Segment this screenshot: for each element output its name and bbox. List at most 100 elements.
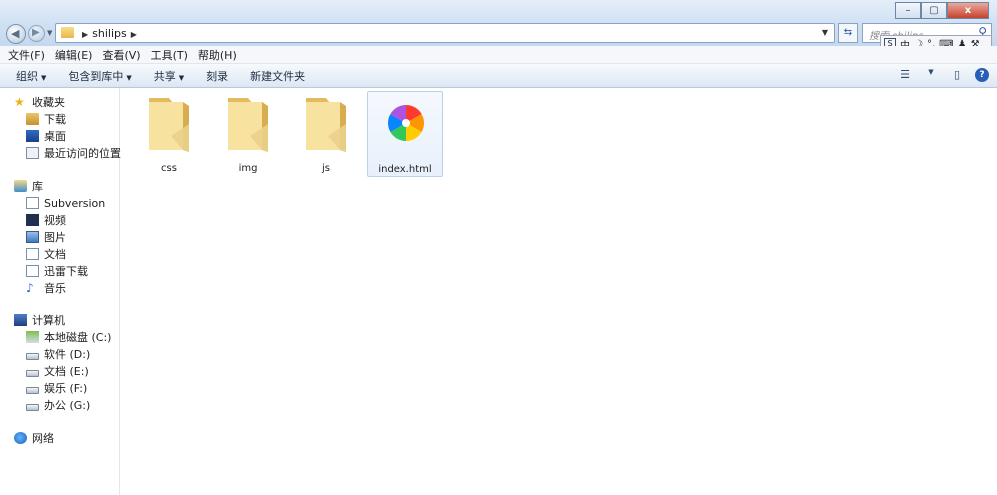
organize-label: 组织 — [16, 69, 38, 83]
organize-button[interactable]: 组织 ▼ — [16, 68, 46, 84]
nav-computer[interactable]: 计算机 — [14, 312, 65, 328]
nav-favorites[interactable]: ★ 收藏夹 — [14, 94, 65, 110]
file-name: css — [161, 163, 177, 174]
nav-item-label: 最近访问的位置 — [44, 147, 121, 160]
menu-file[interactable]: 文件(F) — [8, 47, 45, 63]
folder-icon — [61, 27, 74, 38]
address-history-dropdown-icon[interactable]: ▼ — [822, 28, 828, 37]
nav-item-drive-f[interactable]: 娱乐 (F:) — [26, 380, 87, 396]
picture-icon — [26, 231, 39, 243]
burn-button[interactable]: 刻录 — [206, 68, 228, 84]
nav-item-label: 迅雷下载 — [44, 265, 88, 278]
recent-pages-dropdown[interactable]: ▼ — [47, 29, 52, 37]
nav-item-drive-c[interactable]: 本地磁盘 (C:) — [26, 329, 111, 345]
forward-arrow-icon: ▶ — [32, 27, 40, 38]
nav-item-recent-places[interactable]: 最近访问的位置 — [26, 145, 121, 161]
folder-icon — [149, 98, 189, 152]
menu-view[interactable]: 查看(V) — [102, 47, 140, 63]
nav-item-label: 桌面 — [44, 130, 66, 143]
nav-item-music[interactable]: ♪ 音乐 — [26, 280, 66, 296]
nav-item-drive-d[interactable]: 软件 (D:) — [26, 346, 90, 362]
nav-item-label: 音乐 — [44, 282, 66, 295]
chevron-down-icon: ▼ — [178, 73, 185, 82]
browser-pinwheel-icon — [387, 105, 425, 141]
nav-item-videos[interactable]: 视频 — [26, 212, 66, 228]
nav-favorites-label: 收藏夹 — [32, 96, 65, 109]
library-document-icon — [26, 197, 39, 209]
nav-item-label: Subversion — [44, 196, 106, 210]
file-name: img — [238, 163, 258, 174]
video-icon — [26, 214, 39, 226]
share-button[interactable]: 共享 ▼ — [154, 68, 184, 84]
nav-item-pictures[interactable]: 图片 — [26, 229, 66, 245]
menu-bar: 文件(F) 编辑(E) 查看(V) 工具(T) 帮助(H) — [0, 46, 997, 64]
libraries-icon — [14, 180, 27, 192]
nav-item-downloads[interactable]: 下载 — [26, 111, 66, 127]
folder-icon — [228, 98, 268, 152]
window-controls: – ▢ x — [895, 2, 989, 20]
folder-icon — [306, 98, 346, 152]
document-icon — [26, 248, 39, 260]
maximize-button[interactable]: ▢ — [921, 2, 947, 19]
change-view-icon[interactable]: ☰ — [897, 68, 913, 82]
breadcrumb-separator-icon[interactable]: ▶ — [131, 30, 137, 39]
forward-button[interactable]: ▶ — [28, 25, 45, 42]
breadcrumb[interactable]: ▶ shilips ▶ — [78, 27, 141, 40]
nav-libraries-label: 库 — [32, 180, 43, 193]
drive-icon — [26, 352, 39, 360]
nav-item-label: 软件 (D:) — [44, 348, 91, 361]
music-icon: ♪ — [26, 281, 34, 295]
nav-item-thunder-downloads[interactable]: 迅雷下载 — [26, 263, 88, 279]
minimize-button[interactable]: – — [895, 2, 921, 19]
file-item-index-html[interactable]: index.html — [367, 91, 443, 177]
menu-help[interactable]: 帮助(H) — [198, 47, 237, 63]
menu-edit[interactable]: 编辑(E) — [55, 47, 93, 63]
nav-item-drive-g[interactable]: 办公 (G:) — [26, 397, 90, 413]
breadcrumb-item-shilips[interactable]: shilips — [92, 27, 127, 40]
help-icon[interactable]: ? — [975, 68, 989, 82]
include-in-library-button[interactable]: 包含到库中 ▼ — [68, 68, 131, 84]
drive-icon — [26, 386, 39, 394]
back-button[interactable]: ◀ — [6, 24, 26, 44]
drive-icon — [26, 403, 39, 411]
nav-computer-label: 计算机 — [32, 314, 65, 327]
nav-libraries[interactable]: 库 — [14, 178, 43, 194]
nav-item-label: 办公 (G:) — [44, 399, 91, 412]
nav-network[interactable]: 网络 — [14, 430, 54, 446]
new-folder-button[interactable]: 新建文件夹 — [250, 68, 305, 84]
computer-icon — [14, 314, 27, 326]
nav-item-documents[interactable]: 文档 — [26, 246, 66, 262]
file-list[interactable]: css img js index.html — [121, 88, 997, 495]
file-name: index.html — [378, 164, 432, 175]
star-icon: ★ — [14, 95, 25, 109]
include-in-library-label: 包含到库中 — [68, 69, 124, 83]
library-document-icon — [26, 265, 39, 277]
nav-item-label: 文档 (E:) — [44, 365, 89, 378]
nav-item-drive-e[interactable]: 文档 (E:) — [26, 363, 89, 379]
view-dropdown-icon[interactable]: ▼ — [923, 68, 939, 82]
close-button[interactable]: x — [947, 2, 989, 19]
title-bar: ◀ ▶ ▼ ▶shilips▶ ▼ ⇆ 搜索 shilips ⚲ – ▢ x S… — [0, 0, 997, 53]
chevron-down-icon: ▼ — [126, 73, 132, 82]
downloads-folder-icon — [26, 113, 39, 125]
address-bar[interactable]: ▶ shilips ▶ ▼ — [55, 23, 835, 43]
nav-item-desktop[interactable]: 桌面 — [26, 128, 66, 144]
refresh-icon: ⇆ — [843, 27, 853, 38]
share-label: 共享 — [153, 69, 176, 83]
menu-tools[interactable]: 工具(T) — [151, 47, 188, 63]
nav-item-label: 下载 — [44, 113, 66, 126]
preview-pane-icon[interactable]: ▯ — [949, 68, 965, 82]
breadcrumb-separator-icon[interactable]: ▶ — [82, 30, 88, 39]
refresh-button[interactable]: ⇆ — [838, 23, 858, 43]
nav-item-label: 文档 — [44, 248, 66, 261]
navigation-pane: ★ 收藏夹 下载 桌面 最近访问的位置 库 Subversion 视频 图片 文档… — [0, 88, 121, 495]
chevron-down-icon: ▼ — [41, 73, 47, 82]
folder-item-img[interactable]: img — [210, 91, 286, 177]
view-controls: ☰ ▼ ▯ ? — [897, 68, 989, 82]
folder-item-js[interactable]: js — [288, 91, 364, 177]
network-icon — [14, 432, 27, 444]
file-name: js — [322, 163, 330, 174]
system-drive-icon — [26, 331, 39, 343]
nav-item-subversion[interactable]: Subversion — [26, 195, 105, 211]
folder-item-css[interactable]: css — [131, 91, 207, 177]
